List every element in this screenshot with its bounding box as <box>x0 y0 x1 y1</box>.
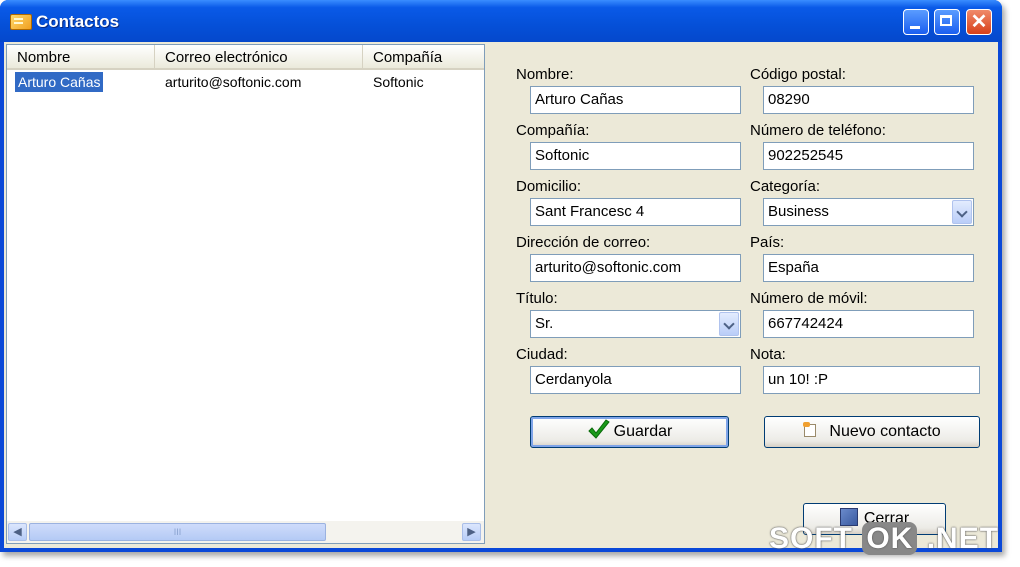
watermark-right: .NET <box>926 522 1000 555</box>
label-categoria: Categoría: <box>750 178 821 195</box>
watermark-left: SOFT <box>769 522 853 555</box>
scroll-thumb[interactable]: III <box>29 523 326 541</box>
maximize-icon <box>940 15 952 26</box>
minimize-icon <box>910 26 920 29</box>
nuevo-contacto-label: Nuevo contacto <box>829 423 941 440</box>
ciudad-field[interactable]: Cerdanyola <box>530 366 741 394</box>
horizontal-scrollbar[interactable]: ◀ III ▶ <box>7 521 484 543</box>
nombre-field[interactable]: Arturo Cañas <box>530 86 741 114</box>
label-codigo-postal: Código postal: <box>750 66 846 83</box>
categoria-select[interactable]: Business <box>763 198 974 226</box>
nota-field[interactable]: un 10! :P <box>763 366 980 394</box>
label-compania: Compañía: <box>516 122 590 139</box>
close-window-button[interactable]: ✕ <box>966 9 992 35</box>
label-movil: Número de móvil: <box>750 290 868 307</box>
nuevo-contacto-button[interactable]: Nuevo contacto <box>764 416 980 448</box>
compania-field[interactable]: Softonic <box>530 142 741 170</box>
contacts-list[interactable]: Nombre Correo electrónico Compañía Artur… <box>6 44 485 544</box>
chevron-down-icon[interactable] <box>952 200 972 224</box>
label-domicilio: Domicilio: <box>516 178 582 195</box>
guardar-button[interactable]: Guardar <box>530 416 729 448</box>
titulo-value: Sr. <box>535 315 554 332</box>
label-nota: Nota: <box>750 346 786 363</box>
contacts-window: Contactos ✕ Nombre Correo electrónico Co… <box>0 0 1002 552</box>
codigo-postal-field[interactable]: 08290 <box>763 86 974 114</box>
email-field[interactable]: arturito@softonic.com <box>530 254 741 282</box>
label-direccion-correo: Dirección de correo: <box>516 234 651 251</box>
categoria-value: Business <box>768 203 829 220</box>
close-icon: ✕ <box>970 11 988 33</box>
label-telefono: Número de teléfono: <box>750 122 886 139</box>
window-title: Contactos <box>36 12 120 31</box>
maximize-button[interactable] <box>934 9 960 35</box>
label-titulo: Título: <box>516 290 558 307</box>
pais-field[interactable]: España <box>763 254 974 282</box>
new-contact-icon <box>803 421 821 438</box>
minimize-button[interactable] <box>903 9 929 35</box>
watermark-middle: OK <box>862 522 918 555</box>
list-item[interactable]: Arturo Cañas arturito@softonic.com Softo… <box>7 72 484 94</box>
scroll-left-button[interactable]: ◀ <box>8 523 27 541</box>
label-ciudad: Ciudad: <box>516 346 568 363</box>
watermark: SOFT OK .NET <box>769 522 999 556</box>
domicilio-field[interactable]: Sant Francesc 4 <box>530 198 741 226</box>
column-header-nombre[interactable]: Nombre <box>7 45 155 68</box>
column-header-correo[interactable]: Correo electrónico <box>155 45 363 68</box>
label-pais: País: <box>750 234 785 251</box>
list-header: Nombre Correo electrónico Compañía <box>7 45 484 70</box>
list-item-name[interactable]: Arturo Cañas <box>15 72 104 92</box>
telefono-field[interactable]: 902252545 <box>763 142 974 170</box>
list-item-email: arturito@softonic.com <box>165 74 302 90</box>
guardar-label: Guardar <box>613 423 673 440</box>
window-client-area: Nombre Correo electrónico Compañía Artur… <box>4 42 998 548</box>
chevron-down-icon[interactable] <box>719 312 739 336</box>
column-header-compania[interactable]: Compañía <box>363 45 484 68</box>
titulo-select[interactable]: Sr. <box>530 310 741 338</box>
title-bar[interactable]: Contactos ✕ <box>0 0 1002 42</box>
app-icon <box>10 14 32 30</box>
scroll-right-button[interactable]: ▶ <box>462 523 481 541</box>
movil-field[interactable]: 667742424 <box>763 310 974 338</box>
list-item-company: Softonic <box>373 74 424 90</box>
checkmark-icon <box>587 419 610 439</box>
label-nombre: Nombre: <box>516 66 574 83</box>
